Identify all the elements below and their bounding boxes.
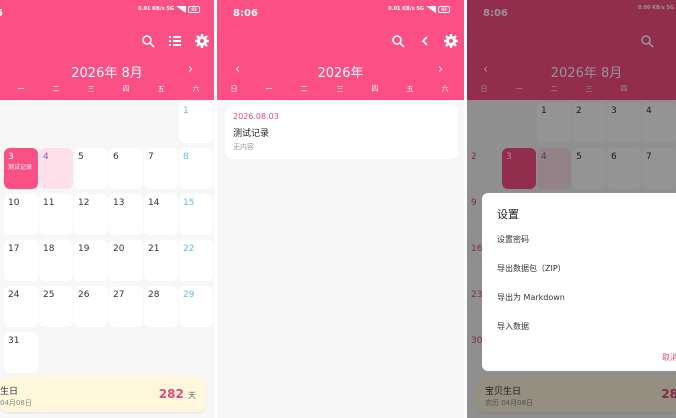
settings-dialog-screen: 8:06 0.00 KB/s 5G ‹ 2026年 8月 日 一 二 三 四 1… — [467, 0, 676, 418]
weekday-label: 三 — [87, 85, 95, 93]
set-password-option[interactable]: 设置密码 — [497, 234, 529, 245]
next-year-button[interactable]: › — [438, 62, 443, 77]
gear-icon[interactable] — [443, 34, 459, 50]
year-records-screen: 8:06 0.01 KB/s 5G 83 ‹ 2026年 › 日 一 二 三 四… — [217, 0, 464, 418]
day-cell[interactable]: 18 — [39, 240, 73, 281]
weekday-header: 日 一 二 三 四 五 六 — [217, 84, 464, 96]
day-cell[interactable]: 14 — [144, 194, 178, 235]
weekday-header: 一 二 三 四 五 六 — [0, 84, 214, 96]
network-speed: 0.01 KB/s 5G — [388, 6, 424, 12]
day-cell[interactable]: 1 — [179, 102, 213, 143]
day-cell[interactable]: 8 — [179, 148, 213, 189]
record-card[interactable]: 2026.08.03 测试记录 无内容 — [225, 104, 458, 159]
back-icon[interactable] — [417, 34, 433, 50]
status-icons: 0.01 KB/s 5G 83 — [388, 6, 450, 13]
day-cell[interactable]: 24 — [4, 286, 38, 327]
list-icon[interactable] — [167, 34, 183, 50]
day-cell[interactable]: 12 — [74, 194, 108, 235]
record-date: 2026.08.03 — [233, 112, 279, 121]
day-cell[interactable]: 10 — [4, 194, 38, 235]
network-speed: 0.01 KB/s 5G — [138, 6, 174, 12]
header: 8:06 0.01 KB/s 5G 83 ‹ 2026年 › 日 一 二 三 四… — [217, 0, 464, 100]
day-cell[interactable]: 17 — [4, 240, 38, 281]
search-icon[interactable] — [390, 34, 406, 50]
status-icons: 0.01 KB/s 5G 83 — [138, 6, 200, 13]
battery-icon: 83 — [188, 6, 200, 13]
battery-icon: 83 — [438, 6, 450, 13]
birthday-card[interactable]: 生日 04月08日 282 天 — [0, 377, 206, 412]
header: 5 0.01 KB/s 5G 83 2026年 8月 › 一 二 — [0, 0, 214, 100]
record-title: 测试记录 — [233, 129, 270, 139]
day-cell[interactable]: 28 — [144, 286, 178, 327]
birthday-date: 04月08日 — [0, 399, 32, 407]
day-cell[interactable]: 19 — [74, 240, 108, 281]
day-cell[interactable]: 15 — [179, 194, 213, 235]
birthday-name: 生日 — [0, 387, 19, 397]
day-cell[interactable]: 5 — [74, 148, 108, 189]
screenshot: 5 0.01 KB/s 5G 83 2026年 8月 › 一 二 — [0, 0, 676, 418]
month-title: 2026年 8月 — [71, 66, 143, 81]
weekday-label: 四 — [122, 85, 130, 93]
weekday-label: 日 — [230, 85, 238, 93]
day-cell[interactable]: 13 — [109, 194, 143, 235]
cancel-button[interactable]: 取消 — [662, 352, 676, 363]
dialog-title: 设置 — [497, 208, 519, 221]
weekday-label: 四 — [371, 85, 379, 93]
day-cell[interactable]: 26 — [74, 286, 108, 327]
day-number: 3 — [8, 152, 14, 162]
status-bar: 5 0.01 KB/s 5G 83 — [0, 0, 214, 26]
signal-icon — [176, 6, 186, 13]
day-cell[interactable]: 25 — [39, 286, 73, 327]
calendar-month-screen: 5 0.01 KB/s 5G 83 2026年 8月 › 一 二 — [0, 0, 214, 418]
weekday-label: 二 — [300, 85, 308, 93]
day-cell[interactable]: 20 — [109, 240, 143, 281]
weekday-label: 三 — [336, 85, 344, 93]
search-icon[interactable] — [140, 34, 156, 50]
settings-dialog: 设置 设置密码 导出数据包（ZIP） 导出为 Markdown 导入数据 取消 — [482, 193, 676, 371]
countdown-unit: 天 — [188, 391, 196, 400]
status-time: 8:06 — [233, 8, 258, 19]
day-cell[interactable]: 21 — [144, 240, 178, 281]
status-bar: 8:06 0.01 KB/s 5G 83 — [217, 0, 464, 26]
day-cell[interactable]: 11 — [39, 194, 73, 235]
weekday-label: 五 — [157, 85, 165, 93]
weekday-label: 二 — [52, 85, 60, 93]
day-cell[interactable]: 6 — [109, 148, 143, 189]
export-markdown-option[interactable]: 导出为 Markdown — [497, 292, 565, 303]
day-cell[interactable]: 7 — [144, 148, 178, 189]
weekday-label: 六 — [441, 85, 449, 93]
day-cell[interactable]: 22 — [179, 240, 213, 281]
import-data-option[interactable]: 导入数据 — [497, 321, 529, 332]
year-title: 2026年 — [317, 66, 364, 81]
gear-icon[interactable] — [194, 34, 210, 50]
countdown-number: 282 — [158, 387, 184, 401]
signal-icon — [426, 6, 436, 13]
status-time: 5 — [0, 8, 3, 19]
weekday-label: 一 — [17, 85, 25, 93]
day-cell-selected[interactable]: 3 测试记录 — [4, 148, 38, 189]
day-cell-today[interactable]: 4 — [39, 148, 73, 189]
day-cell[interactable]: 29 — [179, 286, 213, 327]
birthday-countdown: 282 天 — [159, 387, 196, 401]
day-cell[interactable]: 31 — [4, 332, 38, 373]
day-note: 测试记录 — [8, 164, 33, 171]
weekday-label: 六 — [192, 85, 200, 93]
export-zip-option[interactable]: 导出数据包（ZIP） — [497, 263, 566, 274]
weekday-label: 五 — [406, 85, 414, 93]
next-month-button[interactable]: › — [188, 62, 193, 77]
weekday-label: 一 — [265, 85, 273, 93]
record-content: 无内容 — [233, 143, 254, 151]
day-cell[interactable]: 27 — [109, 286, 143, 327]
